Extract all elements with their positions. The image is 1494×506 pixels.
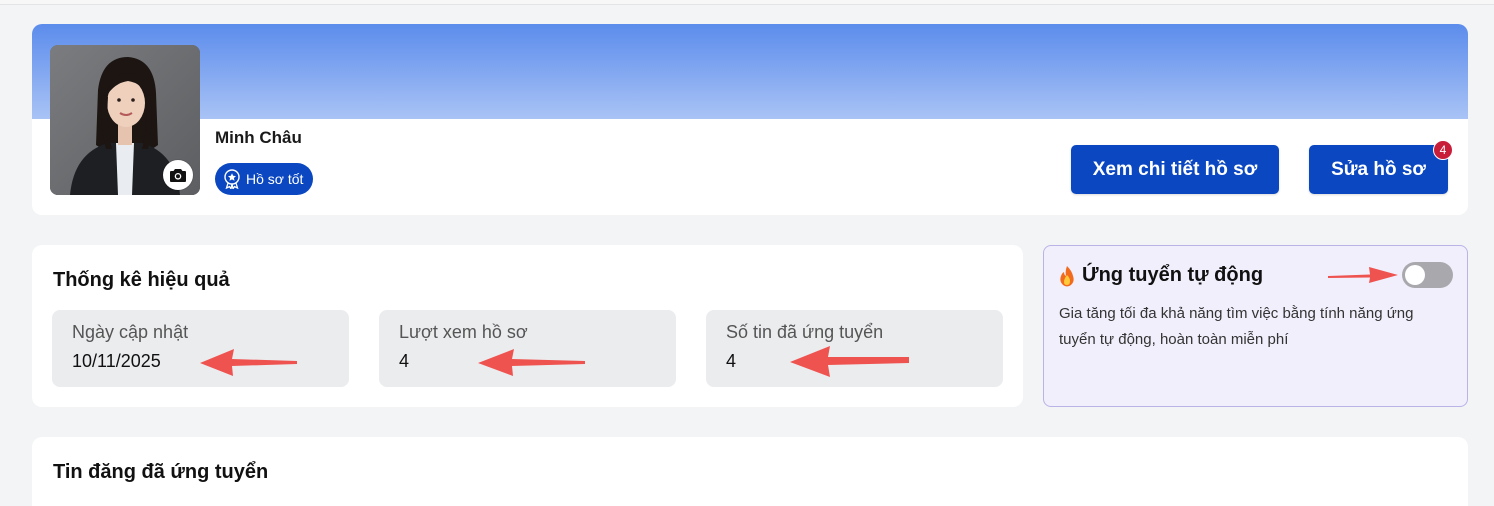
award-icon [224, 169, 240, 189]
applied-jobs-card: Tin đăng đã ứng tuyển [32, 437, 1468, 506]
profile-cover [32, 24, 1468, 119]
auto-apply-card: Ứng tuyển tự động Gia tăng tối đa khả nă… [1043, 245, 1468, 407]
stat-label: Ngày cập nhật [72, 322, 189, 342]
stat-value: 4 [399, 351, 410, 371]
auto-apply-heading: Ứng tuyển tự động [1058, 264, 1263, 287]
auto-apply-title: Ứng tuyển tự động [1082, 264, 1264, 286]
stat-value: 4 [726, 351, 737, 371]
stat-label: Số tin đã ứng tuyển [726, 322, 884, 342]
performance-stats-card: Thống kê hiệu quả Ngày cập nhật 10/11/20… [32, 245, 1023, 407]
stat-value: 10/11/2025 [72, 351, 161, 371]
camera-icon [170, 169, 186, 182]
profile-quality-badge[interactable]: Hồ sơ tốt [215, 163, 314, 195]
badge-label: Hồ sơ tốt [246, 171, 304, 187]
profile-name: Minh Châu [215, 128, 302, 147]
auto-apply-description: Gia tăng tối đa khả năng tìm việc bằng t… [1059, 305, 1414, 348]
stat-label: Lượt xem hồ sơ [399, 322, 528, 342]
notification-badge: 4 [1433, 140, 1453, 160]
stat-updated-date: Ngày cập nhật 10/11/2025 [52, 310, 349, 387]
auto-apply-toggle[interactable] [1402, 262, 1453, 288]
change-avatar-button[interactable] [163, 160, 193, 190]
edit-profile-button[interactable]: Sửa hồ sơ [1309, 145, 1448, 194]
toggle-knob [1405, 265, 1425, 285]
applied-jobs-title: Tin đăng đã ứng tuyển [53, 461, 269, 483]
page: Minh Châu Hồ sơ tốt Xem chi tiết hồ sơ S… [0, 0, 1494, 506]
stat-applied-jobs: Số tin đã ứng tuyển 4 [706, 310, 1003, 387]
view-profile-button[interactable]: Xem chi tiết hồ sơ [1071, 145, 1279, 194]
profile-card: Minh Châu Hồ sơ tốt Xem chi tiết hồ sơ S… [32, 24, 1468, 215]
top-divider [0, 0, 1494, 5]
stats-title: Thống kê hiệu quả [53, 269, 230, 291]
stat-profile-views: Lượt xem hồ sơ 4 [379, 310, 676, 387]
fire-icon [1060, 265, 1074, 286]
